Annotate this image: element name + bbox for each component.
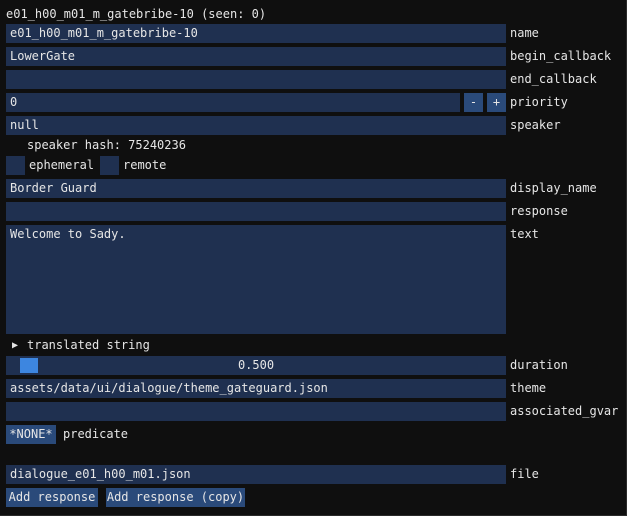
file-input[interactable]: dialogue_e01_h00_m01.json [6,465,506,484]
text-label: text [510,227,539,241]
speaker-hash-text: speaker hash: 75240236 [27,138,186,152]
remote-label: remote [123,158,167,172]
duration-slider[interactable]: 0.500 [6,356,506,375]
text-textarea[interactable]: Welcome to Sady. [6,225,506,334]
name-input[interactable]: e01_h00_m01_m_gatebribe-10 [6,24,506,43]
display-name-label: display_name [510,181,597,195]
speaker-input[interactable]: null [6,116,506,135]
add-response-button[interactable]: Add response [6,488,98,507]
file-label: file [510,467,539,481]
ephemeral-checkbox[interactable] [6,156,25,175]
name-label: name [510,26,539,40]
theme-input[interactable]: assets/data/ui/dialogue/theme_gateguard.… [6,379,506,398]
priority-label: priority [510,95,568,109]
ephemeral-label: ephemeral [29,158,95,172]
translated-string-node[interactable]: translated string [27,336,150,355]
response-label: response [510,204,568,218]
priority-input[interactable]: 0 [6,93,460,112]
theme-label: theme [510,381,547,395]
response-input[interactable] [6,202,506,221]
expand-arrow-icon[interactable]: ▶ [12,336,18,355]
speaker-label: speaker [510,118,561,132]
duration-label: duration [510,358,568,372]
predicate-label: predicate [63,427,129,441]
priority-increment-button[interactable]: + [487,93,506,112]
priority-decrement-button[interactable]: - [464,93,483,112]
end-callback-label: end_callback [510,72,597,86]
predicate-button[interactable]: *NONE* [6,425,56,444]
associated-gvar-label: associated_gvar [510,404,619,418]
window-title: e01_h00_m01_m_gatebribe-10 (seen: 0) [6,7,267,21]
end-callback-input[interactable] [6,70,506,89]
duration-value: 0.500 [237,358,275,372]
display-name-input[interactable]: Border Guard [6,179,506,198]
begin-callback-label: begin_callback [510,49,612,63]
associated-gvar-input[interactable] [6,402,506,421]
begin-callback-input[interactable]: LowerGate [6,47,506,66]
add-response-copy-button[interactable]: Add response (copy) [106,488,245,507]
remote-checkbox[interactable] [100,156,119,175]
